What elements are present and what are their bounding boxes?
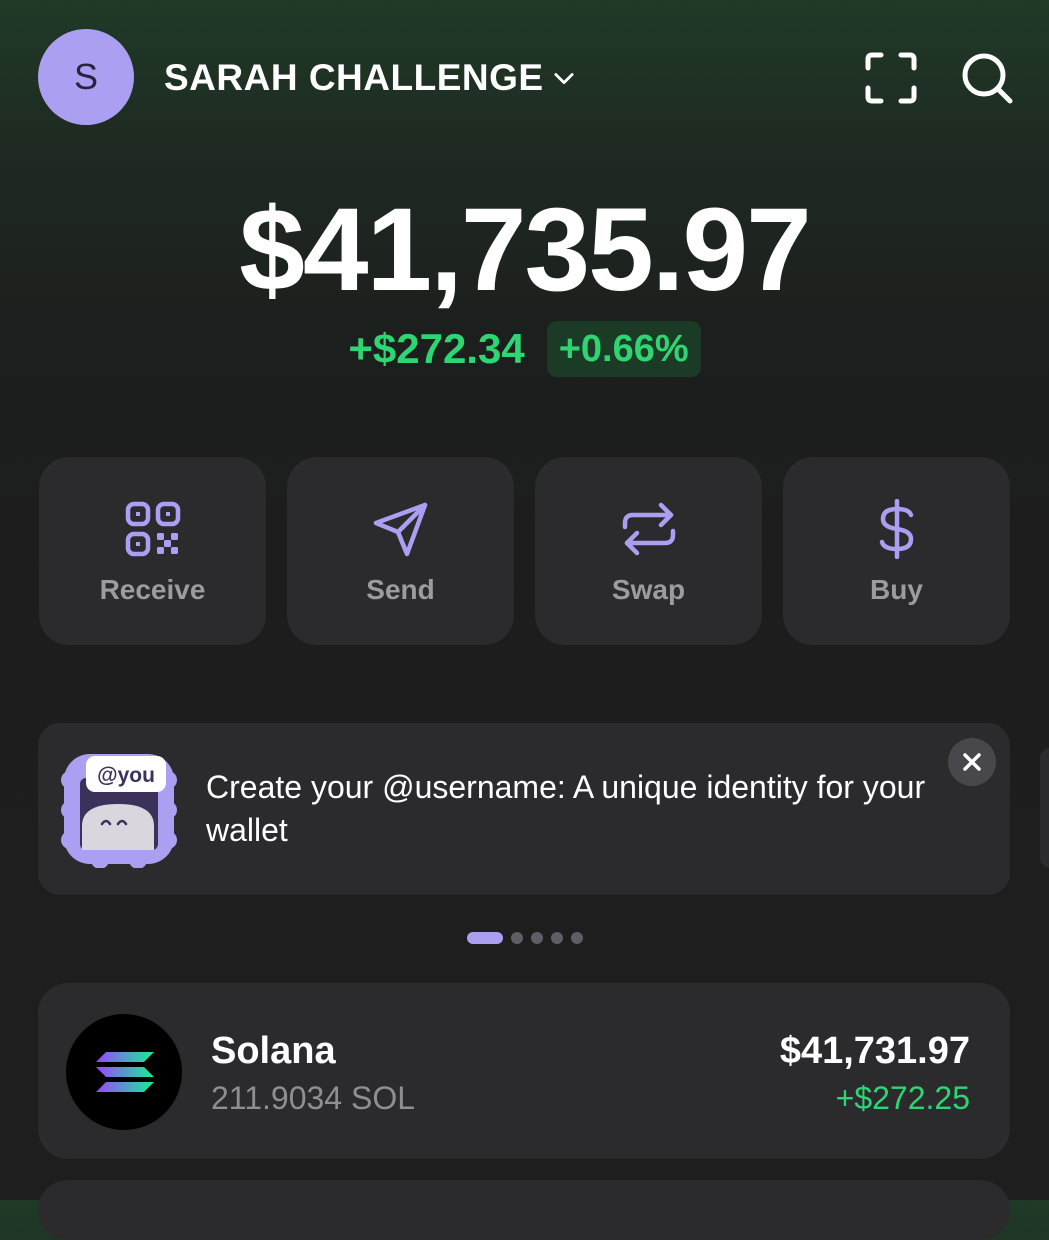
buy-label: Buy [870,574,923,605]
total-balance: $41,735.97 [239,184,812,316]
carousel-indicator [0,932,1049,944]
receive-label: Receive [99,574,206,605]
account-name: SARAH CHALLENGE [164,57,544,98]
token-change: +$272.25 [835,1080,970,1116]
banner-text: Create your @username: A unique identity… [206,769,926,848]
carousel-dot[interactable] [530,932,543,944]
chevron-down-icon [553,73,574,85]
receive-button[interactable]: Receive [39,457,266,645]
send-button[interactable]: Send [287,457,514,645]
send-label: Send [366,574,435,605]
token-name: Solana [211,1030,336,1072]
carousel-dot[interactable] [510,932,523,944]
token-value: $41,731.97 [779,1030,970,1072]
swap-button[interactable]: Swap [535,457,762,645]
swap-label: Swap [611,574,686,605]
avatar-initial: S [73,56,98,97]
buy-button[interactable]: Buy [783,457,1010,645]
search-icon[interactable] [960,50,1016,106]
token-quantity: 211.9034 SOL [211,1080,416,1116]
paper-plane-icon [373,502,427,557]
scan-icon[interactable] [863,50,919,106]
next-banner-peek [1040,748,1049,868]
carousel-dot[interactable] [570,932,583,944]
close-banner-button[interactable] [948,738,996,786]
balance-change-row: +$272.34 +0.66% [0,321,1049,377]
solana-logo-icon [66,1014,182,1130]
carousel-dot[interactable] [466,932,503,944]
qr-code-icon [125,501,180,557]
close-icon [963,753,981,771]
username-badge-icon: @you [61,754,177,868]
carousel-dot[interactable] [550,932,563,944]
dollar-icon [879,499,913,559]
account-switcher[interactable]: SARAH CHALLENGE [164,56,578,100]
username-badge-text: @you [97,764,155,787]
next-token-row[interactable] [38,1180,1010,1240]
balance-change-percent: +0.66% [546,321,701,377]
account-avatar[interactable]: S [38,29,134,125]
swap-arrows-icon [622,502,675,556]
balance-change-amount: +$272.34 [348,325,525,372]
